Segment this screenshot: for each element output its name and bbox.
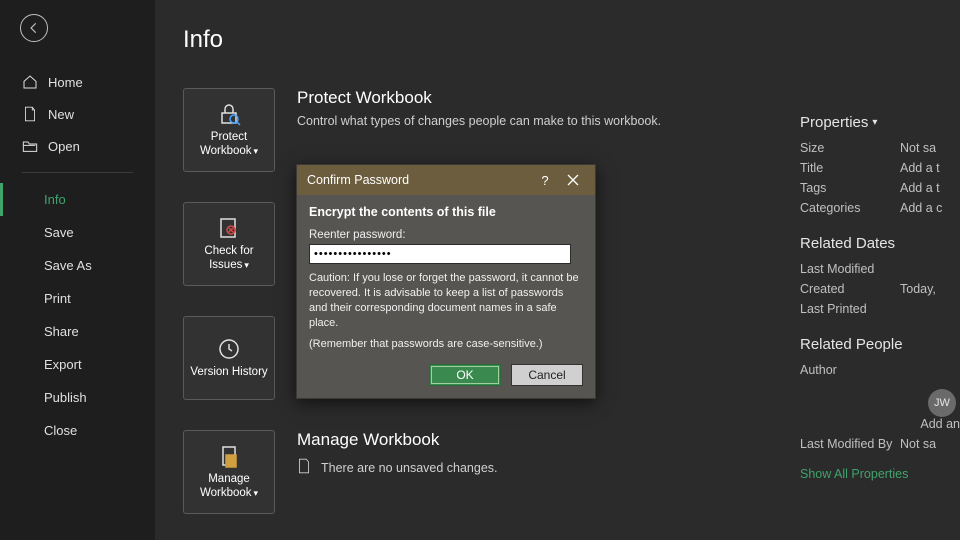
nav-info[interactable]: Info bbox=[0, 183, 155, 216]
manage-icon bbox=[216, 443, 242, 469]
new-icon bbox=[22, 106, 38, 122]
tile-label: Manage Workbook▾ bbox=[184, 473, 274, 501]
nav-label: New bbox=[48, 107, 74, 122]
dialog-title: Confirm Password bbox=[307, 173, 531, 187]
page-title: Info bbox=[183, 26, 800, 54]
nav-publish[interactable]: Publish bbox=[0, 381, 155, 414]
tile-manage-workbook[interactable]: Manage Workbook▾ bbox=[183, 430, 275, 514]
nav-export[interactable]: Export bbox=[0, 348, 155, 381]
close-button[interactable] bbox=[559, 169, 587, 191]
date-created: CreatedToday, bbox=[800, 282, 960, 296]
nav-new[interactable]: New bbox=[0, 98, 155, 130]
show-all-properties[interactable]: Show All Properties bbox=[800, 467, 960, 481]
nav-divider bbox=[22, 172, 133, 173]
cancel-button[interactable]: Cancel bbox=[511, 364, 583, 386]
backstage-sidebar: Home New Open Info Save Save As Print Sh… bbox=[0, 0, 155, 540]
password-label: Reenter password: bbox=[309, 229, 583, 241]
add-author[interactable]: Add an bbox=[800, 417, 960, 431]
document-icon bbox=[297, 458, 311, 477]
tile-check-issues[interactable]: Check for Issues▾ bbox=[183, 202, 275, 286]
last-modified-by: Last Modified ByNot sa bbox=[800, 437, 960, 451]
nav-print[interactable]: Print bbox=[0, 282, 155, 315]
nav-share[interactable]: Share bbox=[0, 315, 155, 348]
dialog-titlebar[interactable]: Confirm Password ? bbox=[297, 165, 595, 195]
section-desc: There are no unsaved changes. bbox=[321, 461, 498, 475]
password-input[interactable]: •••••••••••••••• bbox=[309, 244, 571, 264]
section-desc: Control what types of changes people can… bbox=[297, 114, 661, 128]
prop-size: SizeNot sa bbox=[800, 141, 960, 155]
caution-text: Caution: If you lose or forget the passw… bbox=[309, 271, 583, 330]
confirm-password-dialog: Confirm Password ? Encrypt the contents … bbox=[296, 164, 596, 399]
tile-label: Version History bbox=[186, 366, 271, 380]
prop-title[interactable]: TitleAdd a t bbox=[800, 161, 960, 175]
prop-tags[interactable]: TagsAdd a t bbox=[800, 181, 960, 195]
home-icon bbox=[22, 74, 38, 90]
date-last-modified: Last Modified bbox=[800, 262, 960, 276]
author-avatar[interactable]: JW bbox=[928, 389, 956, 417]
nav-home[interactable]: Home bbox=[0, 66, 155, 98]
tile-label: Protect Workbook▾ bbox=[184, 131, 274, 159]
properties-heading[interactable]: Properties▾ bbox=[800, 114, 960, 131]
author-row: Author bbox=[800, 363, 960, 377]
prop-categories[interactable]: CategoriesAdd a c bbox=[800, 201, 960, 215]
ok-button[interactable]: OK bbox=[429, 364, 501, 386]
lock-icon bbox=[216, 101, 242, 127]
help-button[interactable]: ? bbox=[531, 169, 559, 191]
caution-note: (Remember that passwords are case-sensit… bbox=[309, 337, 583, 352]
tile-label: Check for Issues▾ bbox=[184, 245, 274, 273]
inspect-icon bbox=[216, 215, 242, 241]
open-icon bbox=[22, 138, 38, 154]
nav-close[interactable]: Close bbox=[0, 414, 155, 447]
nav-open[interactable]: Open bbox=[0, 130, 155, 162]
section-heading: Protect Workbook bbox=[297, 88, 661, 108]
tile-protect-workbook[interactable]: Protect Workbook▾ bbox=[183, 88, 275, 172]
history-icon bbox=[216, 336, 242, 362]
nav-save-as[interactable]: Save As bbox=[0, 249, 155, 282]
date-last-printed: Last Printed bbox=[800, 302, 960, 316]
tile-version-history[interactable]: Version History bbox=[183, 316, 275, 400]
dialog-heading: Encrypt the contents of this file bbox=[309, 205, 583, 219]
section-heading: Manage Workbook bbox=[297, 430, 498, 450]
related-dates-heading: Related Dates bbox=[800, 235, 960, 252]
back-button[interactable] bbox=[20, 14, 48, 42]
section-protect: Protect Workbook▾ Protect Workbook Contr… bbox=[183, 88, 800, 172]
section-manage-workbook: Manage Workbook▾ Manage Workbook There a… bbox=[183, 430, 800, 514]
nav-label: Home bbox=[48, 75, 83, 90]
related-people-heading: Related People bbox=[800, 336, 960, 353]
nav-save[interactable]: Save bbox=[0, 216, 155, 249]
nav-label: Open bbox=[48, 139, 80, 154]
properties-panel: Properties▾ SizeNot sa TitleAdd a t Tags… bbox=[800, 26, 960, 540]
